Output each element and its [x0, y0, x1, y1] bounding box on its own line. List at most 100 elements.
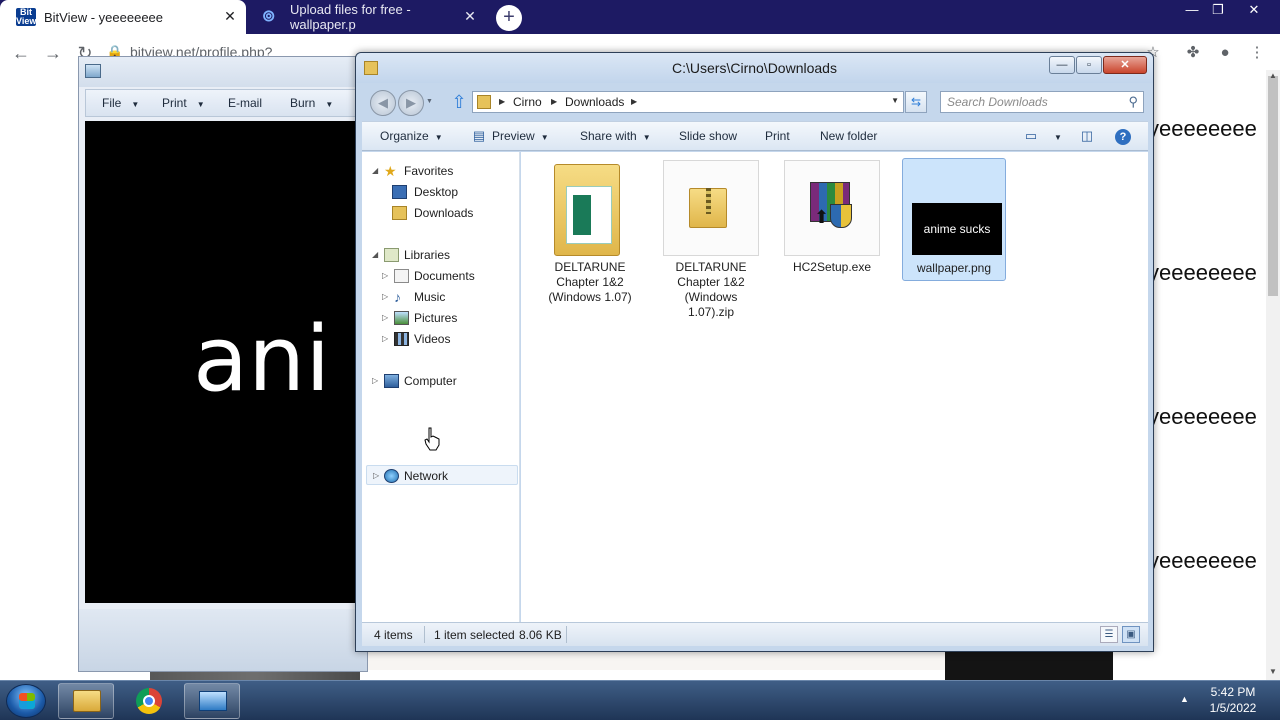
- change-view-icon[interactable]: ▭: [1022, 128, 1040, 144]
- nav-desktop[interactable]: Desktop: [392, 182, 512, 202]
- photo-viewer-menu-file[interactable]: File ▼: [102, 96, 139, 110]
- share-with-button[interactable]: Share with ▼: [580, 129, 651, 143]
- breadcrumb-downloads[interactable]: Downloads: [565, 95, 624, 109]
- browser-tabstrip: Bit View BitView - yeeeeeeee ✕ ⊚ Upload …: [0, 0, 1280, 34]
- tab-title: Upload files for free - wallpaper.p: [290, 2, 411, 32]
- explorer-maximize-button[interactable]: ▫: [1076, 56, 1102, 74]
- chevron-down-icon: ▼: [642, 133, 651, 142]
- explorer-back-button[interactable]: ◀: [370, 90, 396, 116]
- tab-upload-files[interactable]: ⊚ Upload files for free - wallpaper.p ✕: [246, 0, 486, 34]
- forward-arrow-icon[interactable]: →: [42, 42, 64, 64]
- photo-viewer-menubar: File ▼ Print ▼ E-mail Burn ▼: [85, 89, 365, 117]
- organize-button[interactable]: Organize ▼: [380, 129, 443, 143]
- explorer-window[interactable]: C:\Users\Cirno\Downloads — ▫ ✕ ◀ ▶ ▼ ⇧ ▶…: [355, 52, 1154, 652]
- network-globe-icon: [384, 469, 399, 483]
- winrar-installer-icon: ⬆: [784, 160, 880, 256]
- collapsed-triangle-icon[interactable]: ▷: [382, 329, 388, 349]
- explorer-forward-button[interactable]: ▶: [398, 90, 424, 116]
- preview-button[interactable]: Preview ▼: [492, 129, 549, 143]
- taskbar-chrome[interactable]: [122, 683, 178, 719]
- nav-pictures[interactable]: ▷ Pictures: [382, 308, 512, 328]
- scroll-up-icon[interactable]: ▲: [1266, 70, 1280, 82]
- chevron-right-icon[interactable]: ▶: [499, 97, 505, 106]
- refresh-icon[interactable]: ⇆: [905, 91, 927, 113]
- clock-time: 5:42 PM: [1210, 685, 1256, 699]
- nav-computer[interactable]: ▷ Computer: [372, 371, 518, 391]
- large-icons-view-icon[interactable]: ▣: [1122, 626, 1140, 643]
- slide-show-button[interactable]: Slide show: [679, 129, 737, 143]
- chevron-down-icon: ▼: [131, 100, 140, 109]
- browser-menu-icon[interactable]: ⋮: [1246, 42, 1268, 64]
- preview-pane-icon[interactable]: ◫: [1078, 128, 1096, 144]
- nav-videos[interactable]: ▷ Videos: [382, 329, 512, 349]
- file-item-zip[interactable]: DELTARUNE Chapter 1&2 (Windows 1.07).zip: [663, 160, 759, 320]
- search-icon[interactable]: ⚲: [1128, 92, 1138, 112]
- page-scrollbar-thumb[interactable]: [1268, 76, 1278, 296]
- chevron-down-icon[interactable]: ▼: [891, 96, 899, 105]
- nav-music[interactable]: ▷ ♪ Music: [382, 287, 512, 307]
- search-placeholder: Search Downloads: [947, 95, 1048, 109]
- nav-libraries[interactable]: ◢ Libraries: [372, 245, 518, 265]
- profile-avatar-icon[interactable]: ●: [1214, 42, 1236, 64]
- expanded-triangle-icon[interactable]: ◢: [372, 161, 378, 181]
- file-item-exe[interactable]: ⬆ HC2Setup.exe: [784, 160, 880, 275]
- back-arrow-icon[interactable]: ←: [10, 42, 32, 64]
- tab-close-icon[interactable]: ✕: [462, 8, 478, 26]
- expanded-triangle-icon[interactable]: ◢: [372, 245, 378, 265]
- nav-documents[interactable]: ▷ Documents: [382, 266, 512, 286]
- print-button[interactable]: Print: [765, 129, 790, 143]
- tab-close-icon[interactable]: ✕: [222, 8, 238, 26]
- folder-icon: [542, 160, 638, 256]
- selection-size: 8.06 KB: [519, 628, 562, 642]
- start-button[interactable]: [6, 684, 46, 718]
- recent-pages-dropdown-icon[interactable]: ▼: [426, 98, 433, 105]
- file-item-folder[interactable]: DELTARUNE Chapter 1&2 (Windows 1.07): [542, 160, 638, 305]
- search-downloads-input[interactable]: Search Downloads ⚲: [940, 91, 1144, 113]
- browser-restore-button[interactable]: ❐: [1202, 0, 1234, 20]
- new-folder-button[interactable]: New folder: [820, 129, 877, 143]
- pictures-icon: [394, 311, 409, 325]
- navigation-pane: ◢ ★ Favorites Desktop Downloads ◢ Librar…: [362, 152, 520, 629]
- photo-viewer-menu-burn[interactable]: Burn ▼: [290, 96, 333, 110]
- new-tab-button[interactable]: +: [496, 5, 522, 31]
- image-thumbnail: anime sucks: [907, 161, 1003, 257]
- bitview-favicon-icon: Bit View: [16, 7, 37, 26]
- photo-viewer-window[interactable]: File ▼ Print ▼ E-mail Burn ▼ ani: [78, 56, 368, 672]
- taskbar-explorer[interactable]: [58, 683, 114, 719]
- collapsed-triangle-icon[interactable]: ▷: [382, 266, 388, 286]
- help-icon[interactable]: ?: [1115, 129, 1131, 145]
- explorer-close-button[interactable]: ✕: [1103, 56, 1147, 74]
- nav-favorites[interactable]: ◢ ★ Favorites: [372, 161, 518, 181]
- downloads-folder-icon: [392, 206, 407, 220]
- photo-viewer-menu-print[interactable]: Print ▼: [162, 96, 205, 110]
- extensions-puzzle-icon[interactable]: ✤: [1182, 42, 1204, 64]
- photo-viewer-titlebar[interactable]: [79, 57, 367, 87]
- up-arrow-icon[interactable]: ⇧: [450, 92, 468, 112]
- explorer-minimize-button[interactable]: —: [1049, 56, 1075, 74]
- chevron-right-icon[interactable]: ▶: [551, 97, 557, 106]
- nav-downloads[interactable]: Downloads: [392, 203, 512, 223]
- photo-viewer-menu-email[interactable]: E-mail: [228, 96, 262, 110]
- collapsed-triangle-icon[interactable]: ▷: [382, 287, 388, 307]
- photo-viewer-icon: [199, 691, 227, 711]
- view-options-dropdown[interactable]: ▼: [1048, 129, 1062, 143]
- collapsed-triangle-icon[interactable]: ▷: [382, 308, 388, 328]
- collapsed-triangle-icon[interactable]: ▷: [372, 371, 378, 391]
- collapsed-triangle-icon[interactable]: ▷: [373, 466, 379, 486]
- scroll-down-icon[interactable]: ▼: [1266, 666, 1280, 678]
- taskbar-photo-viewer[interactable]: [184, 683, 240, 719]
- details-view-icon[interactable]: ☰: [1100, 626, 1118, 643]
- breadcrumb-cirno[interactable]: Cirno: [513, 95, 542, 109]
- clock-date: 1/5/2022: [1209, 701, 1257, 715]
- nav-network[interactable]: ▷ Network: [366, 465, 518, 485]
- folder-preview: [566, 186, 612, 244]
- explorer-address-bar[interactable]: ▶ Cirno ▶ Downloads ▶ ▼: [472, 91, 904, 113]
- browser-close-button[interactable]: ✕: [1238, 0, 1270, 20]
- tab-bitview[interactable]: Bit View BitView - yeeeeeeee ✕: [0, 0, 246, 34]
- system-clock[interactable]: 5:42 PM 1/5/2022: [1196, 684, 1270, 716]
- explorer-titlebar[interactable]: C:\Users\Cirno\Downloads — ▫ ✕: [356, 53, 1153, 83]
- show-hidden-icons-icon[interactable]: ▲: [1180, 694, 1189, 704]
- chevron-right-icon[interactable]: ▶: [631, 97, 637, 106]
- file-item-png-selected[interactable]: anime sucks wallpaper.png: [902, 158, 1006, 281]
- videos-icon: [394, 332, 409, 346]
